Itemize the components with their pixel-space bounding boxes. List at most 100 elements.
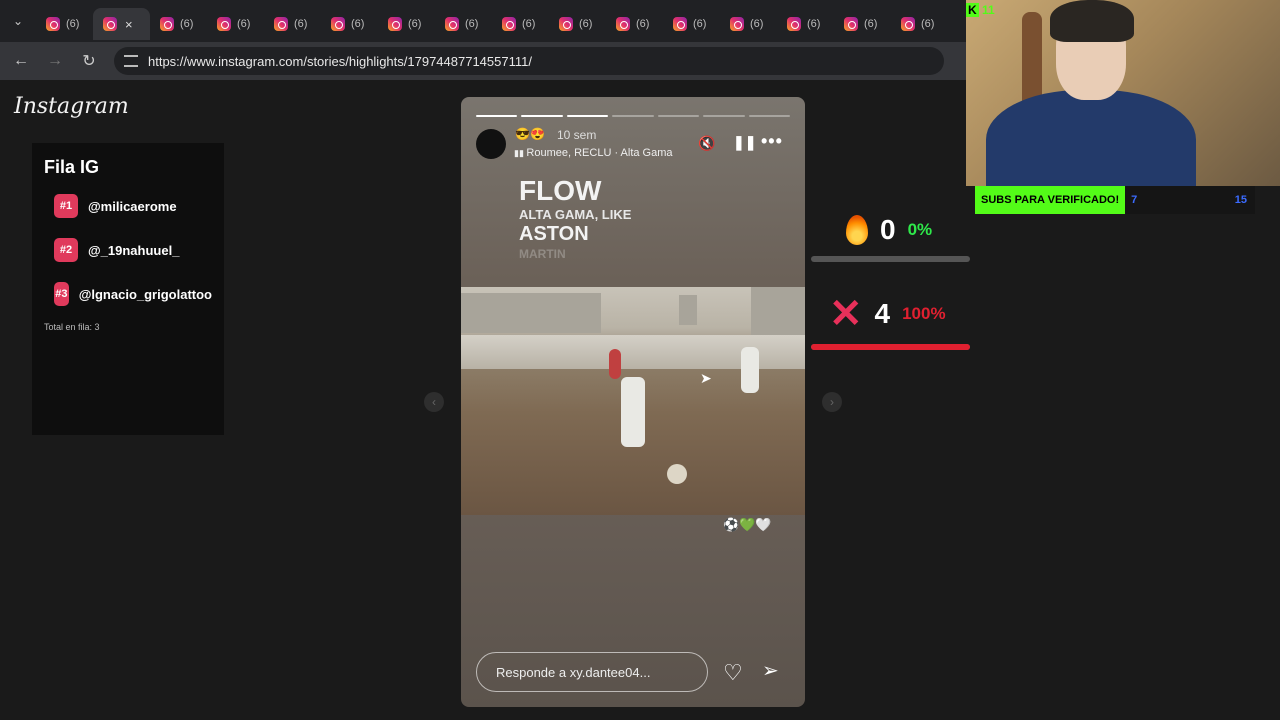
- tab-title: (6): [864, 18, 878, 30]
- queue-item: #1 @milicaerome: [54, 194, 212, 218]
- browser-tab[interactable]: (6): [777, 8, 834, 40]
- tab-title: (6): [408, 18, 422, 30]
- browser-tab[interactable]: (6): [891, 8, 948, 40]
- story-caption-emojis: ⚽💚🤍: [723, 517, 772, 532]
- instagram-favicon-icon: [331, 17, 345, 31]
- queue-item: #2 @_19nahuuel_: [54, 238, 212, 262]
- webcam-feed: [966, 0, 1280, 186]
- instagram-favicon-icon: [616, 17, 630, 31]
- vote-cross: ✕ 4 100%: [811, 294, 971, 350]
- tab-title: (6): [237, 18, 251, 30]
- browser-tab[interactable]: (6): [264, 8, 321, 40]
- instagram-favicon-icon: [445, 17, 459, 31]
- queue-list: #1 @milicaerome #2 @_19nahuuel_ #3 @lgna…: [44, 194, 212, 306]
- browser-tab[interactable]: ×: [93, 8, 150, 40]
- story-progress: [476, 115, 790, 117]
- url-text: https://www.instagram.com/stories/highli…: [148, 53, 532, 69]
- cross-bar-fill: [811, 344, 970, 350]
- browser-tab[interactable]: (6): [834, 8, 891, 40]
- photo-building: [751, 287, 805, 335]
- sub-goal-current: 7: [1131, 194, 1138, 206]
- photo-ball: [667, 464, 687, 484]
- instagram-favicon-icon: [160, 17, 174, 31]
- browser-tab[interactable]: (6): [150, 8, 207, 40]
- story-viewer[interactable]: 😎😍 10 sem ▮▮ Roumee, RECLU · Alta Gama 🔇…: [461, 97, 805, 707]
- browser-toolbar: ← → ↻ https://www.instagram.com/stories/…: [0, 42, 966, 80]
- site-settings-icon[interactable]: [124, 55, 138, 67]
- reply-input[interactable]: Responde a xy.dantee04...: [476, 652, 708, 692]
- story-text-alta: ALTA GAMA, LIKE: [519, 207, 632, 222]
- progress-segment: [748, 115, 790, 117]
- tab-close-icon[interactable]: ×: [125, 17, 133, 32]
- music-bars-icon: ▮▮: [514, 148, 527, 158]
- tab-title: (6): [465, 18, 479, 30]
- browser-tab[interactable]: (6): [720, 8, 777, 40]
- heart-icon[interactable]: ♡: [723, 660, 743, 686]
- browser-tab[interactable]: (6): [378, 8, 435, 40]
- browser-tab[interactable]: (6): [606, 8, 663, 40]
- tab-title: (6): [921, 18, 935, 30]
- progress-segment: [566, 115, 609, 117]
- next-story-icon[interactable]: ›: [822, 392, 842, 412]
- browser-tab[interactable]: (6): [36, 8, 93, 40]
- story-text-martin: MARTIN: [519, 247, 566, 261]
- pause-icon[interactable]: ❚❚: [733, 134, 756, 151]
- story-music[interactable]: ▮▮ Roumee, RECLU · Alta Gama: [514, 147, 673, 159]
- story-text-aston: ASTON: [519, 223, 589, 245]
- avatar[interactable]: [476, 129, 506, 159]
- kick-logo-icon: K: [966, 3, 979, 17]
- tab-title: (6): [807, 18, 821, 30]
- browser-tab[interactable]: (6): [549, 8, 606, 40]
- photo-player: [609, 349, 621, 379]
- back-arrow-icon[interactable]: ←: [4, 52, 38, 70]
- reload-icon[interactable]: ↻: [72, 51, 106, 71]
- progress-segment: [703, 115, 745, 117]
- sub-goal-label: SUBS PARA VERIFICADO!: [975, 186, 1126, 214]
- vote-fire: 0 0%: [811, 214, 971, 262]
- muted-speaker-icon[interactable]: 🔇: [698, 135, 715, 152]
- cross-count: 4: [874, 298, 891, 329]
- progress-segment: [521, 115, 563, 117]
- cross-icon: ✕: [829, 292, 863, 336]
- browser-tab[interactable]: (6): [492, 8, 549, 40]
- progress-segment: [476, 115, 518, 117]
- more-options-icon[interactable]: •••: [761, 131, 783, 152]
- sub-goal-bar: SUBS PARA VERIFICADO! 7 15: [975, 186, 1255, 214]
- url-bar[interactable]: https://www.instagram.com/stories/highli…: [114, 47, 944, 75]
- story-text-flow: FLOW: [519, 175, 602, 206]
- queue-rank-badge: #2: [54, 238, 78, 262]
- cross-percent: 100%: [902, 304, 946, 323]
- fire-percent: 0%: [907, 220, 933, 239]
- tab-title: (6): [522, 18, 536, 30]
- tab-search-button[interactable]: ⌄: [0, 0, 36, 42]
- forward-arrow-icon[interactable]: →: [38, 52, 72, 70]
- instagram-logo[interactable]: Instagram: [14, 94, 129, 119]
- browser-tab[interactable]: (6): [663, 8, 720, 40]
- photo-player: [741, 347, 759, 393]
- queue-rank-badge: #3: [54, 282, 69, 306]
- instagram-favicon-icon: [730, 17, 744, 31]
- fire-bar: [811, 256, 970, 262]
- browser-tab[interactable]: (6): [435, 8, 492, 40]
- cross-bar: [811, 344, 970, 350]
- instagram-favicon-icon: [217, 17, 231, 31]
- queue-handle: @_19nahuuel_: [88, 242, 180, 258]
- browser-tab[interactable]: (6): [321, 8, 378, 40]
- webcam-person-hair: [1050, 0, 1134, 42]
- prev-story-icon[interactable]: ‹: [424, 392, 444, 412]
- sub-goal-target: 15: [1234, 194, 1247, 206]
- instagram-favicon-icon: [673, 17, 687, 31]
- fire-count: 0: [880, 214, 896, 245]
- instagram-favicon-icon: [388, 17, 402, 31]
- instagram-favicon-icon: [787, 17, 801, 31]
- queue-handle: @milicaerome: [88, 198, 177, 214]
- story-timestamp: 10 sem: [557, 128, 597, 142]
- tab-title: (6): [294, 18, 308, 30]
- send-icon[interactable]: ➢: [762, 658, 779, 683]
- instagram-favicon-icon: [46, 17, 60, 31]
- browser-tab[interactable]: (6): [207, 8, 264, 40]
- tab-title: (6): [66, 18, 80, 30]
- progress-segment: [657, 115, 700, 117]
- tab-list: (6) × (6) (6) (6) (6) (6) (6) (6) (6) (6) (6) (6) (6)…: [36, 2, 948, 40]
- story-user-emojis[interactable]: 😎😍: [515, 127, 545, 141]
